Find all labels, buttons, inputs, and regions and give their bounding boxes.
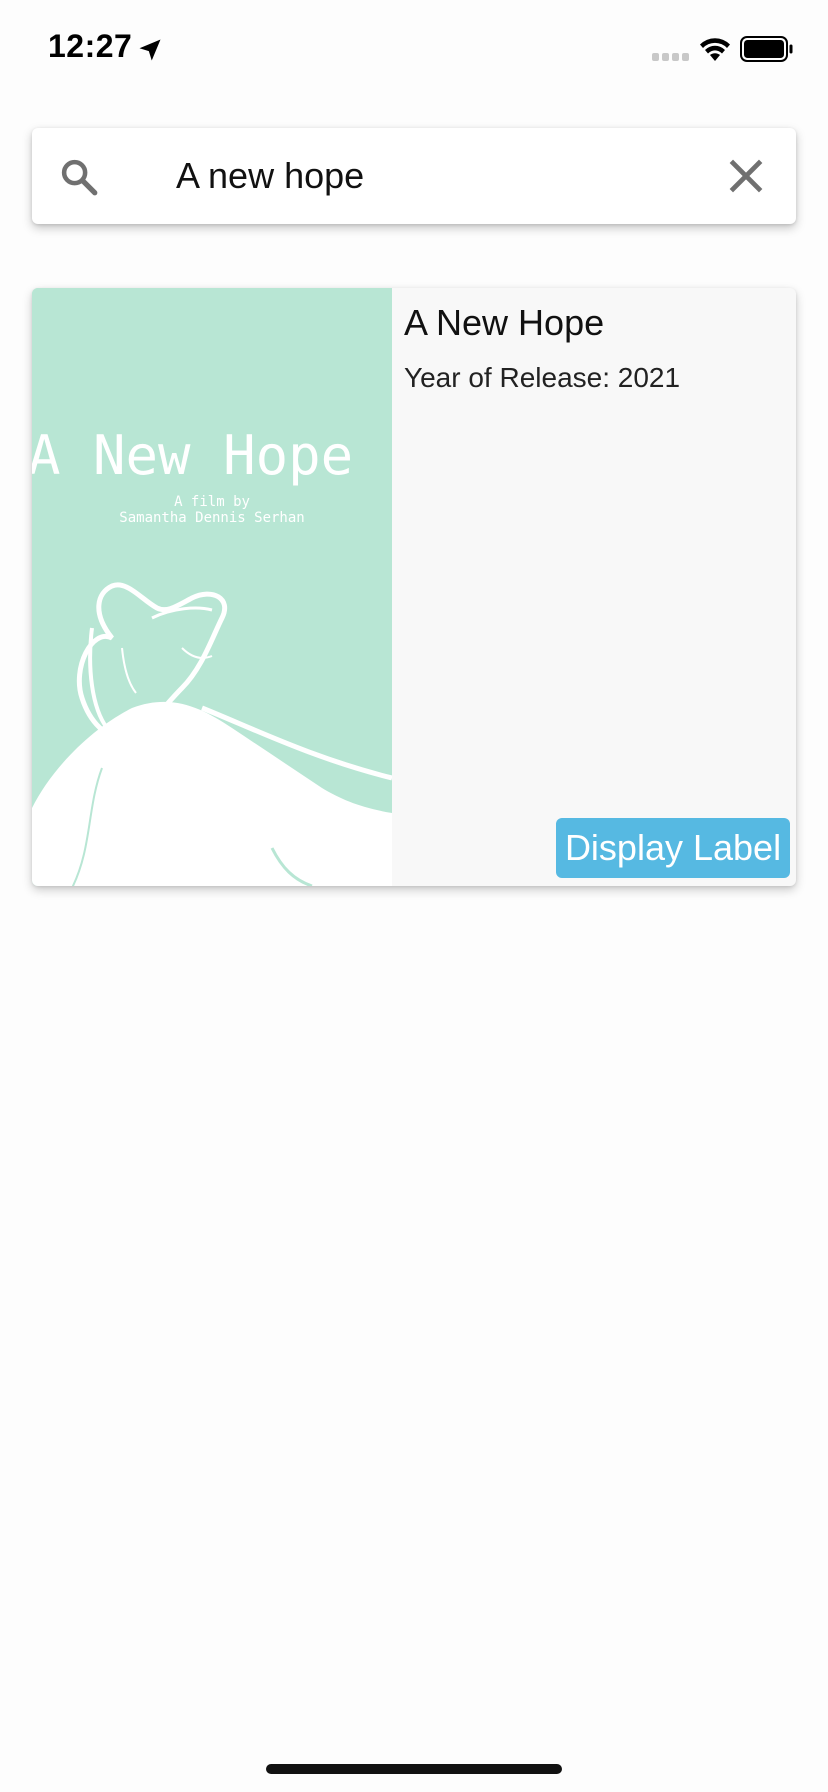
- poster-title-text: A New Hope: [32, 424, 353, 487]
- movie-result-card[interactable]: A New Hope A film by Samantha Dennis Ser…: [32, 288, 796, 886]
- status-time: 12:27: [48, 28, 133, 64]
- status-bar: 12:27: [0, 0, 828, 100]
- clear-search-button[interactable]: [724, 154, 768, 198]
- release-separator: [610, 362, 618, 393]
- display-label-button[interactable]: Display Label: [556, 818, 790, 878]
- cellular-signal-icon: [652, 53, 689, 61]
- release-year-value: 2021: [617, 362, 681, 393]
- home-indicator: [266, 1764, 562, 1774]
- search-icon: [61, 159, 98, 196]
- poster-credit-line-2: Samantha Dennis Serhan: [119, 510, 304, 526]
- poster-credit-line-1: A film by: [174, 494, 250, 510]
- wifi-icon: [700, 38, 730, 61]
- poster-artwork: A New Hope A film by Samantha Dennis Ser…: [32, 288, 392, 886]
- release-label: Year of Release:: [404, 362, 610, 393]
- release-year: Year of Release: 2021: [404, 362, 680, 394]
- search-input[interactable]: [144, 142, 724, 210]
- screen: 12:27 A new hope A New Hope A film by Sa…: [0, 0, 828, 1792]
- movie-title: A New Hope: [404, 302, 605, 343]
- location-arrow-icon: [139, 39, 161, 61]
- search-bar: [32, 128, 796, 224]
- clear-icon: [729, 159, 763, 193]
- movie-poster: A New Hope A film by Samantha Dennis Ser…: [32, 288, 392, 886]
- battery-icon: [740, 36, 793, 62]
